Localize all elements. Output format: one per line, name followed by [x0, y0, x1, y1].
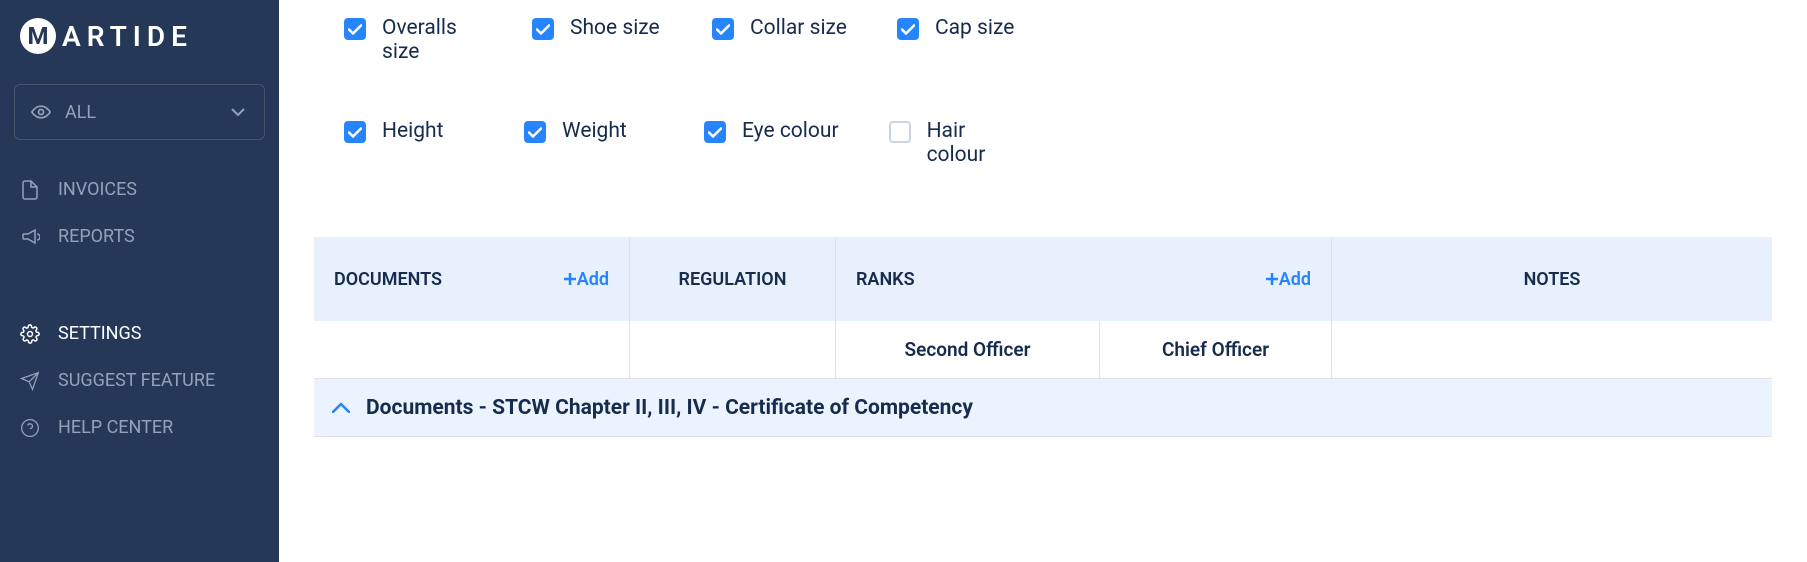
- checkbox-label: Collar size: [750, 16, 847, 40]
- brand-logo[interactable]: M ARTIDE: [0, 10, 279, 72]
- column-label: REGULATION: [679, 269, 787, 290]
- checkbox-hair-colour: Hair colour: [889, 119, 1027, 167]
- documents-table: DOCUMENTS Add REGULATION RANKS Add NOTES: [314, 237, 1772, 437]
- column-label: NOTES: [1524, 269, 1581, 290]
- brand-logo-mark: M: [20, 18, 56, 54]
- checkbox-label: Shoe size: [570, 16, 660, 40]
- checkbox-row: Height Weight Eye colour Hair colour: [344, 119, 1742, 167]
- sidebar: M ARTIDE ALL INVOICES REPORTS SETTINGS: [0, 0, 279, 562]
- brand-name: ARTIDE: [62, 20, 193, 53]
- scope-dropdown-label: ALL: [65, 102, 96, 123]
- checkbox-eye-colour: Eye colour: [704, 119, 839, 167]
- column-header-ranks: RANKS Add: [836, 237, 1332, 321]
- sidebar-item-settings[interactable]: SETTINGS: [0, 310, 279, 357]
- checkbox-row: Overalls size Shoe size Collar size Cap …: [344, 16, 1742, 64]
- chevron-up-icon: [332, 398, 350, 417]
- rank-cell-chief-officer: Chief Officer: [1100, 321, 1332, 379]
- checkbox-overalls-size: Overalls size: [344, 16, 482, 64]
- sidebar-item-label: SETTINGS: [58, 323, 141, 344]
- hair-colour-checkbox[interactable]: [889, 121, 911, 143]
- megaphone-icon: [20, 227, 40, 247]
- column-label: RANKS: [856, 269, 915, 290]
- checkbox-label: Overalls size: [382, 16, 482, 64]
- sidebar-item-suggest-feature[interactable]: SUGGEST FEATURE: [0, 357, 279, 404]
- weight-checkbox[interactable]: [524, 121, 546, 143]
- attributes-checkbox-section: Overalls size Shoe size Collar size Cap …: [314, 0, 1772, 207]
- checkbox-height: Height: [344, 119, 474, 167]
- main-content: Overalls size Shoe size Collar size Cap …: [279, 0, 1807, 562]
- column-header-regulation: REGULATION: [630, 237, 836, 321]
- column-header-documents: DOCUMENTS Add: [314, 237, 630, 321]
- sidebar-item-label: SUGGEST FEATURE: [58, 370, 215, 391]
- sidebar-item-help-center[interactable]: HELP CENTER: [0, 404, 279, 451]
- table-cell: [1332, 321, 1772, 379]
- sidebar-item-label: REPORTS: [58, 226, 135, 247]
- file-icon: [20, 180, 40, 200]
- document-group-title: Documents - STCW Chapter II, III, IV - C…: [366, 396, 973, 420]
- overalls-size-checkbox[interactable]: [344, 18, 366, 40]
- scope-dropdown[interactable]: ALL: [14, 84, 265, 140]
- paper-plane-icon: [20, 371, 40, 391]
- checkbox-label: Height: [382, 119, 443, 143]
- table-cell: [630, 321, 836, 379]
- add-rank-button[interactable]: Add: [1265, 269, 1311, 290]
- sidebar-item-reports[interactable]: REPORTS: [0, 213, 279, 260]
- checkbox-collar-size: Collar size: [712, 16, 847, 64]
- rank-cell-second-officer: Second Officer: [836, 321, 1100, 379]
- table-row: Second Officer Chief Officer: [314, 321, 1772, 379]
- checkbox-shoe-size: Shoe size: [532, 16, 662, 64]
- checkbox-label: Eye colour: [742, 119, 839, 143]
- table-cell: [314, 321, 630, 379]
- height-checkbox[interactable]: [344, 121, 366, 143]
- eye-icon: [31, 102, 51, 122]
- add-document-button[interactable]: Add: [563, 269, 609, 290]
- question-icon: [20, 418, 40, 438]
- sidebar-item-invoices[interactable]: INVOICES: [0, 166, 279, 213]
- collar-size-checkbox[interactable]: [712, 18, 734, 40]
- shoe-size-checkbox[interactable]: [532, 18, 554, 40]
- sidebar-item-label: HELP CENTER: [58, 417, 173, 438]
- checkbox-cap-size: Cap size: [897, 16, 1027, 64]
- document-group-row[interactable]: Documents - STCW Chapter II, III, IV - C…: [314, 379, 1772, 437]
- table-header: DOCUMENTS Add REGULATION RANKS Add NOTES: [314, 237, 1772, 321]
- checkbox-label: Cap size: [935, 16, 1014, 40]
- checkbox-label: Weight: [562, 119, 627, 143]
- gear-icon: [20, 324, 40, 344]
- checkbox-weight: Weight: [524, 119, 654, 167]
- column-label: DOCUMENTS: [334, 269, 442, 290]
- column-header-notes: NOTES: [1332, 237, 1772, 321]
- chevron-down-icon: [228, 102, 248, 122]
- sidebar-item-label: INVOICES: [58, 179, 137, 200]
- cap-size-checkbox[interactable]: [897, 18, 919, 40]
- checkbox-label: Hair colour: [927, 119, 1027, 167]
- eye-colour-checkbox[interactable]: [704, 121, 726, 143]
